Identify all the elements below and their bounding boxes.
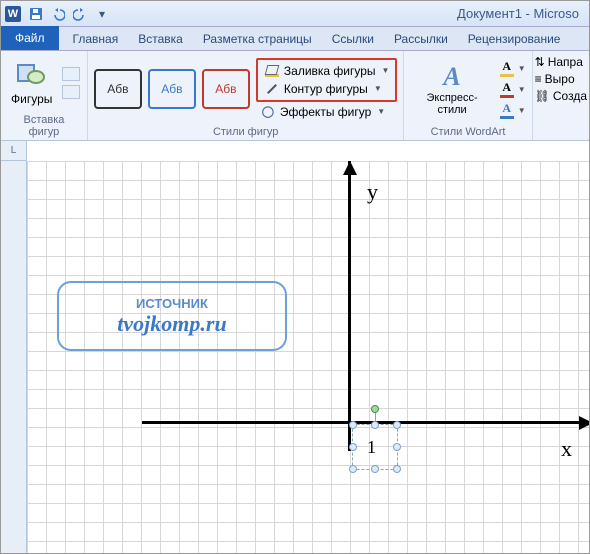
tab-file[interactable]: Файл — [1, 26, 59, 50]
group-styles-label: Стили фигур — [94, 125, 398, 140]
group-shape-styles: Абв Абв Абв Заливка фигуры▼ Контур фигур… — [88, 51, 405, 140]
align-icon: ≡ — [535, 72, 542, 86]
undo-icon[interactable] — [49, 5, 67, 23]
selected-textbox[interactable]: 1 — [352, 424, 398, 470]
resize-handle-ml[interactable] — [349, 443, 357, 451]
x-axis-arrow-icon — [579, 416, 589, 430]
tab-review[interactable]: Рецензирование — [458, 28, 571, 50]
y-axis-label[interactable]: y — [367, 179, 378, 205]
draw-textbox-button[interactable] — [62, 85, 80, 99]
text-direction-button[interactable]: ⇅Напра — [535, 55, 587, 69]
create-link-button[interactable]: ⛓Созда — [535, 89, 587, 103]
ribbon-tabs: Файл Главная Вставка Разметка страницы С… — [1, 27, 589, 51]
textbox-value: 1 — [367, 437, 376, 458]
direction-icon: ⇅ — [535, 55, 545, 69]
shape-outline-button[interactable]: Контур фигуры▼ — [260, 80, 394, 98]
horizontal-ruler-row: L 4 3 2 1 1 2 — [1, 141, 589, 161]
word-app-icon: W — [5, 6, 21, 22]
resize-handle-tl[interactable] — [349, 421, 357, 429]
tab-home[interactable]: Главная — [63, 28, 129, 50]
grid-overlay — [27, 161, 589, 553]
document-canvas[interactable]: y x 1 ИСТОЧНИК tvojkomp.r — [27, 161, 589, 553]
shapes-button[interactable]: Фигуры — [7, 58, 56, 108]
tab-layout[interactable]: Разметка страницы — [193, 28, 322, 50]
fill-bucket-icon — [264, 63, 280, 79]
highlighted-tools: Заливка фигуры▼ Контур фигуры▼ — [256, 58, 398, 102]
resize-handle-bm[interactable] — [371, 465, 379, 473]
group-text: ⇅Напра ≡Выро ⛓Созда — [533, 51, 589, 140]
group-insert-shapes: Фигуры Вставка фигур — [1, 51, 88, 140]
group-wordart-label: Стили WordArt — [410, 125, 525, 140]
shape-fill-label: Заливка фигуры — [284, 64, 376, 78]
text-outline-icon: A — [500, 80, 514, 98]
shape-effects-label: Эффекты фигур — [280, 105, 371, 119]
shape-style-2[interactable]: Абв — [148, 69, 196, 109]
shape-fill-button[interactable]: Заливка фигуры▼ — [260, 62, 394, 80]
quick-access-toolbar: ▾ — [27, 5, 111, 23]
text-fill-button[interactable]: A▼ — [500, 59, 526, 77]
resize-handle-bl[interactable] — [349, 465, 357, 473]
watermark-source: ИСТОЧНИК — [136, 296, 208, 311]
watermark-box: ИСТОЧНИК tvojkomp.ru — [57, 281, 287, 351]
wordart-a-icon: A — [443, 62, 460, 92]
resize-handle-mr[interactable] — [393, 443, 401, 451]
y-axis[interactable] — [348, 161, 351, 451]
rotate-handle[interactable] — [371, 405, 379, 413]
x-axis-label[interactable]: x — [561, 436, 572, 462]
qat-dropdown-icon[interactable]: ▾ — [93, 5, 111, 23]
express-styles-button[interactable]: A Экспресс-стили — [410, 60, 493, 118]
shapes-button-label: Фигуры — [11, 92, 52, 106]
express-styles-label: Экспресс-стили — [412, 92, 491, 116]
tab-references[interactable]: Ссылки — [322, 28, 384, 50]
effects-icon: ◯ — [260, 104, 276, 120]
redo-icon[interactable] — [71, 5, 89, 23]
shapes-icon — [15, 60, 49, 90]
pencil-icon — [264, 81, 280, 97]
edit-shape-button[interactable] — [62, 67, 80, 81]
text-effects-icon: A — [500, 101, 514, 119]
shape-style-1[interactable]: Абв — [94, 69, 142, 109]
resize-handle-tr[interactable] — [393, 421, 401, 429]
y-axis-arrow-icon — [343, 161, 357, 175]
shape-outline-label: Контур фигуры — [284, 82, 368, 96]
resize-handle-br[interactable] — [393, 465, 401, 473]
rotate-connector — [375, 413, 376, 421]
text-fill-icon: A — [500, 59, 514, 77]
tab-insert[interactable]: Вставка — [128, 28, 193, 50]
ribbon: Фигуры Вставка фигур Абв Абв Абв З — [1, 51, 589, 141]
link-icon: ⛓ — [535, 89, 550, 103]
save-icon[interactable] — [27, 5, 45, 23]
text-effects-button[interactable]: A▼ — [500, 101, 526, 119]
title-bar: W ▾ Документ1 - Microso — [1, 1, 589, 27]
watermark-url: tvojkomp.ru — [117, 311, 226, 337]
text-outline-button[interactable]: A▼ — [500, 80, 526, 98]
resize-handle-tm[interactable] — [371, 421, 379, 429]
vertical-ruler[interactable] — [1, 161, 27, 553]
shape-style-3[interactable]: Абв — [202, 69, 250, 109]
align-text-button[interactable]: ≡Выро — [535, 72, 587, 86]
group-insert-label: Вставка фигур — [7, 113, 81, 140]
window-title: Документ1 - Microso — [111, 6, 585, 21]
group-wordart-styles: A Экспресс-стили A▼ A▼ A▼ Стили WordArt — [404, 51, 532, 140]
shape-effects-button[interactable]: ◯ Эффекты фигур▼ — [256, 103, 398, 121]
tab-mailings[interactable]: Рассылки — [384, 28, 458, 50]
ruler-corner[interactable]: L — [1, 141, 27, 161]
